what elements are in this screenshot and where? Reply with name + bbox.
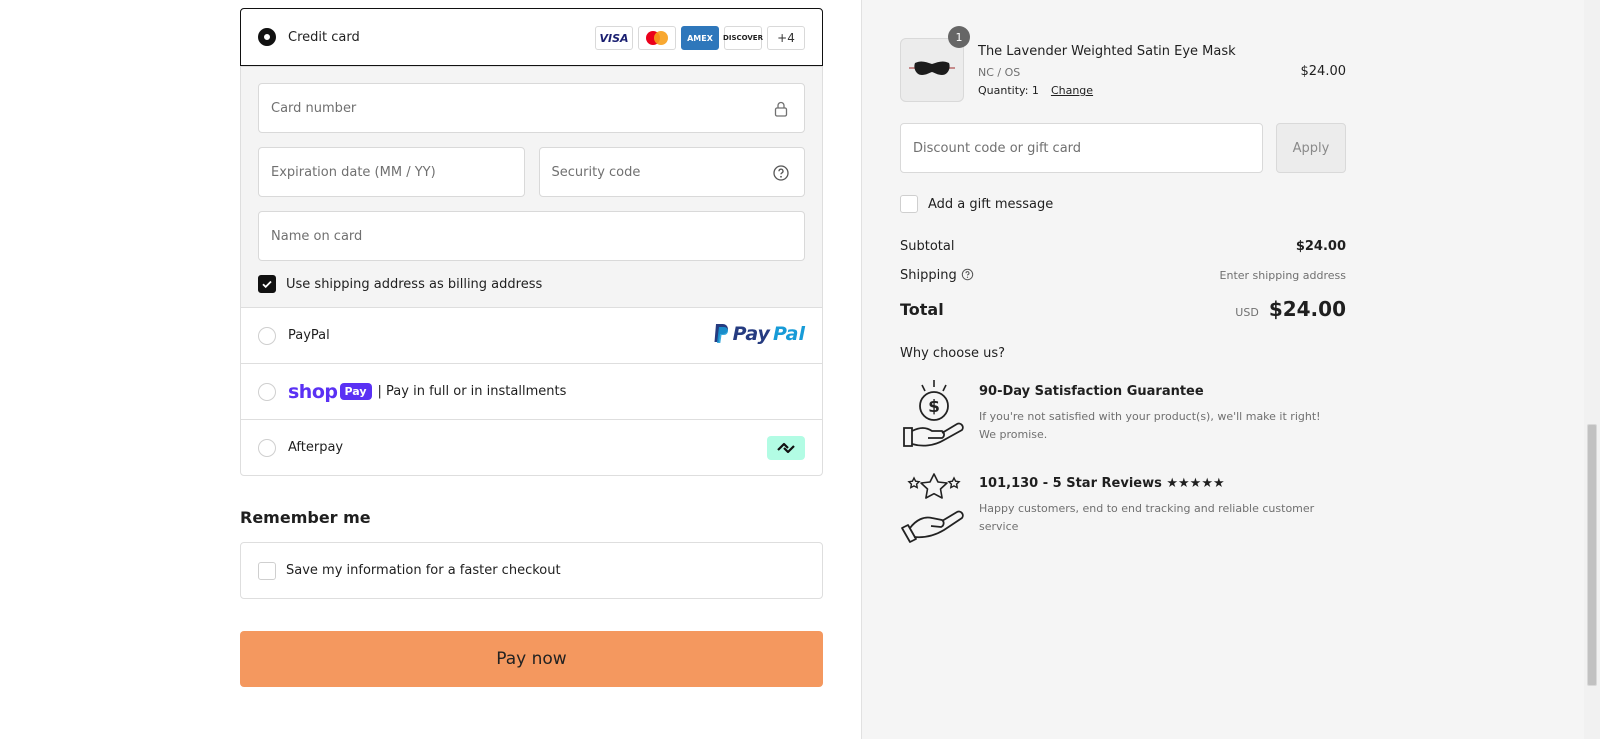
shipping-label: Shipping [900, 268, 957, 283]
afterpay-logo-icon [767, 436, 805, 460]
shipping-value: Enter shipping address [1219, 269, 1346, 282]
paypal-radio[interactable] [258, 326, 276, 345]
pay-now-button[interactable]: Pay now [240, 631, 823, 687]
product-thumbnail [900, 38, 964, 102]
credit-card-radio[interactable] [258, 28, 276, 46]
card-number-input[interactable] [271, 100, 792, 116]
change-quantity-link[interactable]: Change [1051, 84, 1093, 97]
paypal-label: PayPal [288, 328, 330, 343]
discount-input[interactable] [913, 140, 1250, 156]
billing-address-label: Use shipping address as billing address [286, 276, 543, 292]
shop-pay-label: | Pay in full or in installments [377, 384, 567, 399]
total-value: $24.00 [1268, 297, 1346, 321]
product-quantity: Quantity: 1 Change [978, 84, 1093, 97]
help-circle-icon[interactable] [961, 268, 974, 281]
shipping-row: Shipping Enter shipping address [900, 268, 1346, 283]
card-logos: VISA AMEX DISCOVER +4 [595, 26, 805, 50]
security-code-field[interactable] [538, 147, 805, 197]
subtotal-value: $24.00 [1295, 239, 1346, 254]
paypal-logo: Pay Pal [712, 323, 805, 345]
eye-mask-icon [909, 61, 955, 75]
gift-message-option[interactable]: Add a gift message [900, 195, 1053, 213]
payment-option-afterpay[interactable]: Afterpay [241, 419, 822, 475]
money-hand-icon: $ [903, 380, 964, 447]
page-scrollbar[interactable] [1584, 0, 1600, 739]
paypal-logo-text-pal: Pal [772, 323, 805, 345]
help-circle-icon[interactable] [772, 164, 790, 182]
shop-pay-badge: Pay [339, 383, 372, 400]
expiration-input[interactable] [271, 164, 512, 180]
remember-me-checkbox[interactable] [258, 561, 276, 580]
paypal-p-icon [714, 324, 728, 343]
svg-text:$: $ [928, 397, 940, 417]
total-currency: USD [1235, 306, 1259, 319]
subtotal-row: Subtotal $24.00 [900, 239, 1346, 254]
shop-pay-radio[interactable] [258, 382, 276, 401]
discover-logo: DISCOVER [723, 26, 763, 50]
gift-message-label: Add a gift message [928, 196, 1054, 212]
total-row: Total USD $24.00 [900, 297, 1346, 321]
subtotal-label: Subtotal [900, 239, 955, 254]
feature-reviews: 101,130 - 5 Star Reviews ★★★★★ Happy cus… [900, 470, 1346, 550]
mastercard-logo [638, 26, 676, 50]
credit-card-form: Use shipping address as billing address [241, 66, 822, 307]
feature-guarantee: $ 90-Day Satisfaction Guarantee If you'r… [900, 378, 1346, 458]
product-name: The Lavender Weighted Satin Eye Mask [978, 44, 1236, 59]
quantity-badge: 1 [948, 26, 970, 48]
order-summary-panel [861, 0, 1600, 739]
checkout-main-panel: Credit card VISA AMEX DISCOVER +4 Card n… [0, 0, 861, 739]
security-code-input[interactable] [551, 164, 792, 180]
card-number-field[interactable] [258, 83, 805, 133]
remember-me-label: Save my information for a faster checkou… [286, 563, 561, 578]
apply-discount-button[interactable]: Apply [1276, 123, 1346, 173]
product-price: $24.00 [1300, 64, 1347, 79]
remember-me-option[interactable]: Save my information for a faster checkou… [240, 542, 823, 599]
payment-option-credit-card[interactable]: Credit card VISA AMEX DISCOVER +4 [240, 8, 823, 66]
feature-guarantee-description: If you're not satisfied with your produc… [979, 410, 1321, 441]
billing-address-checkbox[interactable] [258, 275, 276, 293]
more-cards-badge: +4 [767, 26, 805, 50]
feature-reviews-title: 101,130 - 5 Star Reviews ★★★★★ [979, 476, 1225, 491]
total-label: Total [900, 299, 944, 319]
name-on-card-input[interactable] [271, 228, 792, 244]
payment-option-shop-pay[interactable]: shop Pay | Pay in full or in installment… [241, 363, 822, 419]
why-choose-us-heading: Why choose us? [900, 346, 1006, 361]
expiration-field[interactable] [258, 147, 525, 197]
discount-field[interactable] [900, 123, 1263, 173]
product-line-item: 1 The Lavender Weighted Satin Eye Mask N… [900, 26, 1347, 104]
stars-hand-icon [901, 473, 964, 543]
shop-logo: shop [288, 380, 338, 403]
checkmark-icon [262, 280, 272, 289]
credit-card-label: Credit card [288, 29, 360, 45]
payment-methods: Credit card VISA AMEX DISCOVER +4 Card n… [240, 8, 823, 476]
total-amount: USD $24.00 [1235, 297, 1346, 321]
scrollbar-thumb[interactable] [1587, 424, 1597, 686]
paypal-logo-text-pay: Pay [732, 323, 770, 345]
product-quantity-text: Quantity: 1 [978, 84, 1039, 97]
gift-message-checkbox[interactable] [900, 195, 918, 213]
amex-logo: AMEX [681, 26, 719, 50]
feature-guarantee-title: 90-Day Satisfaction Guarantee [979, 384, 1204, 399]
lock-icon [774, 101, 788, 117]
name-on-card-field[interactable] [258, 211, 805, 261]
payment-option-paypal[interactable]: PayPal Pay Pal [241, 307, 822, 363]
afterpay-radio[interactable] [258, 438, 276, 457]
remember-me-heading: Remember me [240, 508, 371, 527]
visa-logo: VISA [595, 26, 633, 50]
shipping-label-wrap: Shipping [900, 268, 974, 283]
feature-reviews-description: Happy customers, end to end tracking and… [979, 502, 1315, 533]
product-variant: NC / OS [978, 66, 1021, 79]
billing-address-option[interactable]: Use shipping address as billing address [258, 273, 805, 295]
afterpay-label: Afterpay [288, 440, 344, 455]
